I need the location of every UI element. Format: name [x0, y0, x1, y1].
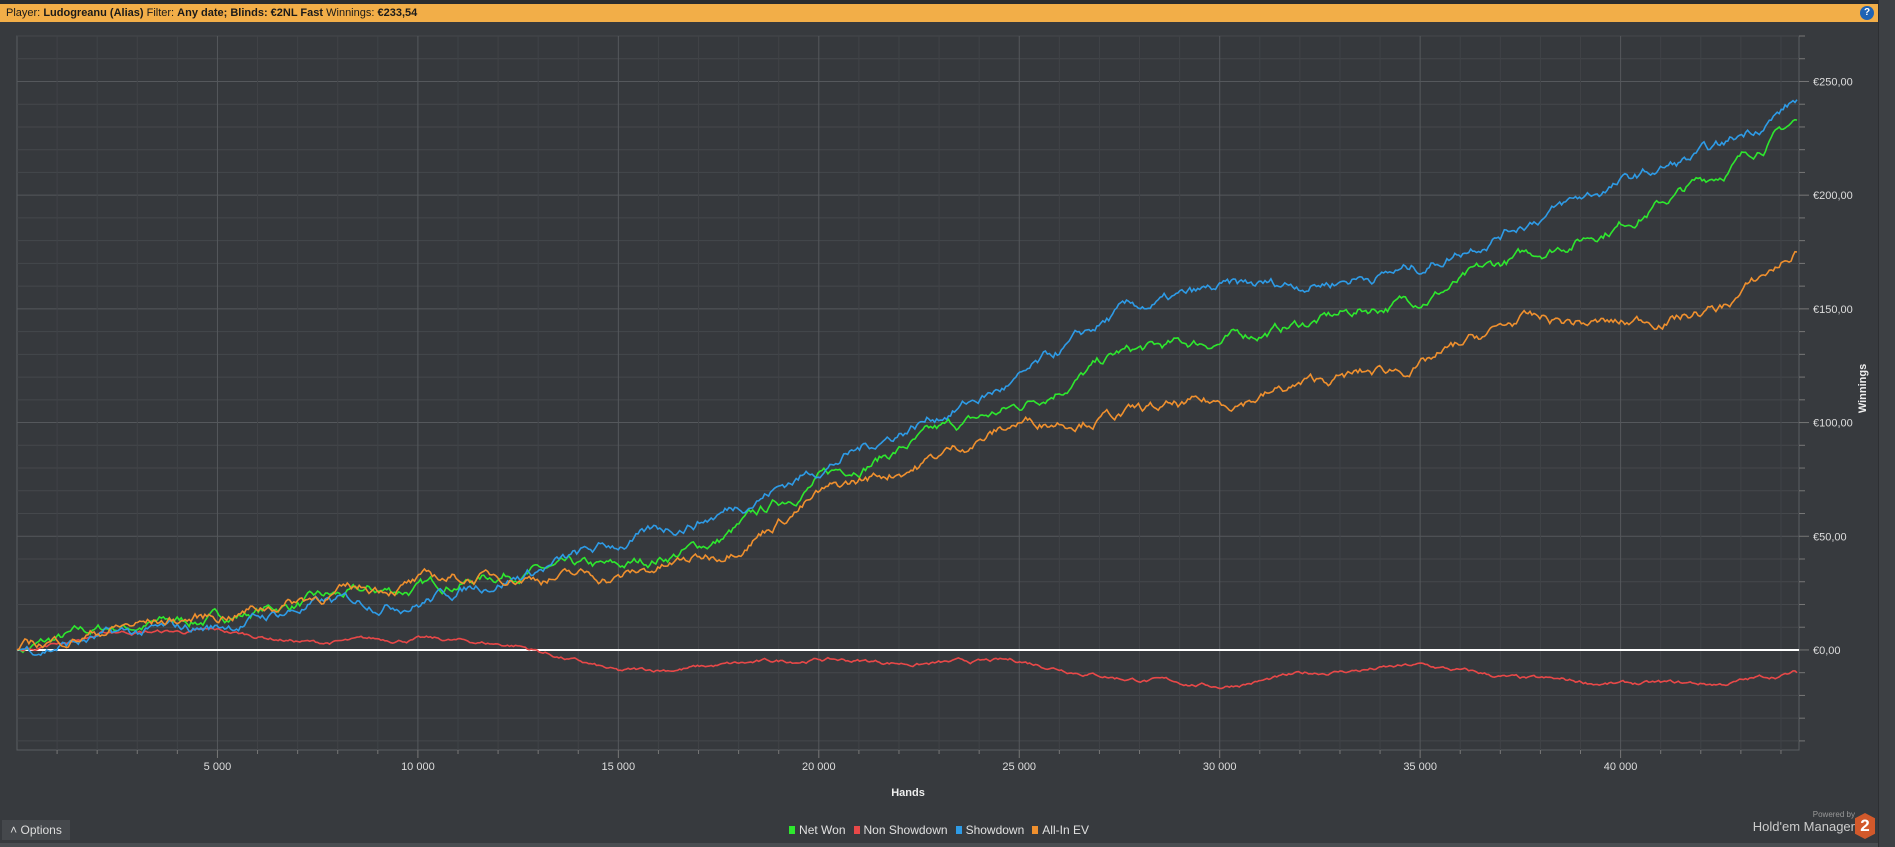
y-tick-label: €150,00 — [1813, 304, 1853, 316]
plot-area — [16, 35, 1800, 751]
powered-by-brand: Powered by Hold'em Manager — [1753, 810, 1855, 834]
x-tick-label: 5 000 — [204, 761, 232, 773]
winnings-label: Winnings: — [326, 7, 375, 19]
y-tick-label: €50,00 — [1813, 531, 1847, 543]
x-tick-label: 35 000 — [1403, 761, 1437, 773]
brand-name: Hold'em Manager — [1752, 819, 1855, 834]
hem2-logo-icon: 2 — [1855, 813, 1875, 839]
legend-item-allin-ev[interactable]: All-In EV — [1032, 823, 1089, 837]
legend-label: Net Won — [799, 823, 846, 837]
x-tick-label: 20 000 — [802, 761, 836, 773]
player-name: Ludogreanu (Alias) — [43, 7, 144, 19]
x-tick-label: 25 000 — [1002, 761, 1036, 773]
legend-swatch — [853, 826, 860, 834]
player-label: Player: — [6, 7, 41, 19]
filter-label: Filter: — [146, 7, 175, 19]
y-axis-title: Winnings — [1857, 364, 1869, 413]
x-tick-label: 15 000 — [602, 761, 636, 773]
legend-item-net-won[interactable]: Net Won — [789, 823, 846, 837]
legend-item-showdown[interactable]: Showdown — [955, 823, 1025, 837]
chart-legend: Net Won Non Showdown Showdown All-In EV — [0, 823, 1878, 837]
legend-swatch — [955, 826, 962, 834]
y-tick-label: €200,00 — [1813, 190, 1853, 202]
right-scroll-panel[interactable] — [1878, 0, 1895, 847]
y-tick-label: €250,00 — [1813, 76, 1853, 88]
y-tick-label: €100,00 — [1813, 418, 1853, 430]
filter-header-bar: Player: Ludogreanu (Alias) Filter: Any d… — [0, 4, 1878, 22]
legend-label: Showdown — [965, 823, 1025, 837]
winnings-chart: 5 000 10 000 15 000 20 000 25 000 30 000 35 00… — [16, 35, 1869, 799]
legend-item-non-showdown[interactable]: Non Showdown — [853, 823, 948, 837]
x-axis-title: Hands — [891, 787, 925, 799]
legend-swatch — [789, 826, 796, 834]
bottom-border — [0, 843, 1878, 847]
legend-label: Non Showdown — [863, 823, 948, 837]
filter-value: Any date; Blinds: €2NL Fast — [177, 7, 324, 19]
y-tick-label: €0,00 — [1813, 645, 1841, 657]
winnings-value: €233,54 — [377, 7, 418, 19]
x-tick-label: 40 000 — [1604, 761, 1638, 773]
x-tick-label: 30 000 — [1203, 761, 1237, 773]
powered-by-text: Powered by — [1812, 810, 1855, 819]
help-icon[interactable]: ? — [1860, 6, 1874, 20]
legend-label: All-In EV — [1042, 823, 1089, 837]
x-tick-label: 10 000 — [401, 761, 435, 773]
legend-swatch — [1032, 826, 1039, 834]
